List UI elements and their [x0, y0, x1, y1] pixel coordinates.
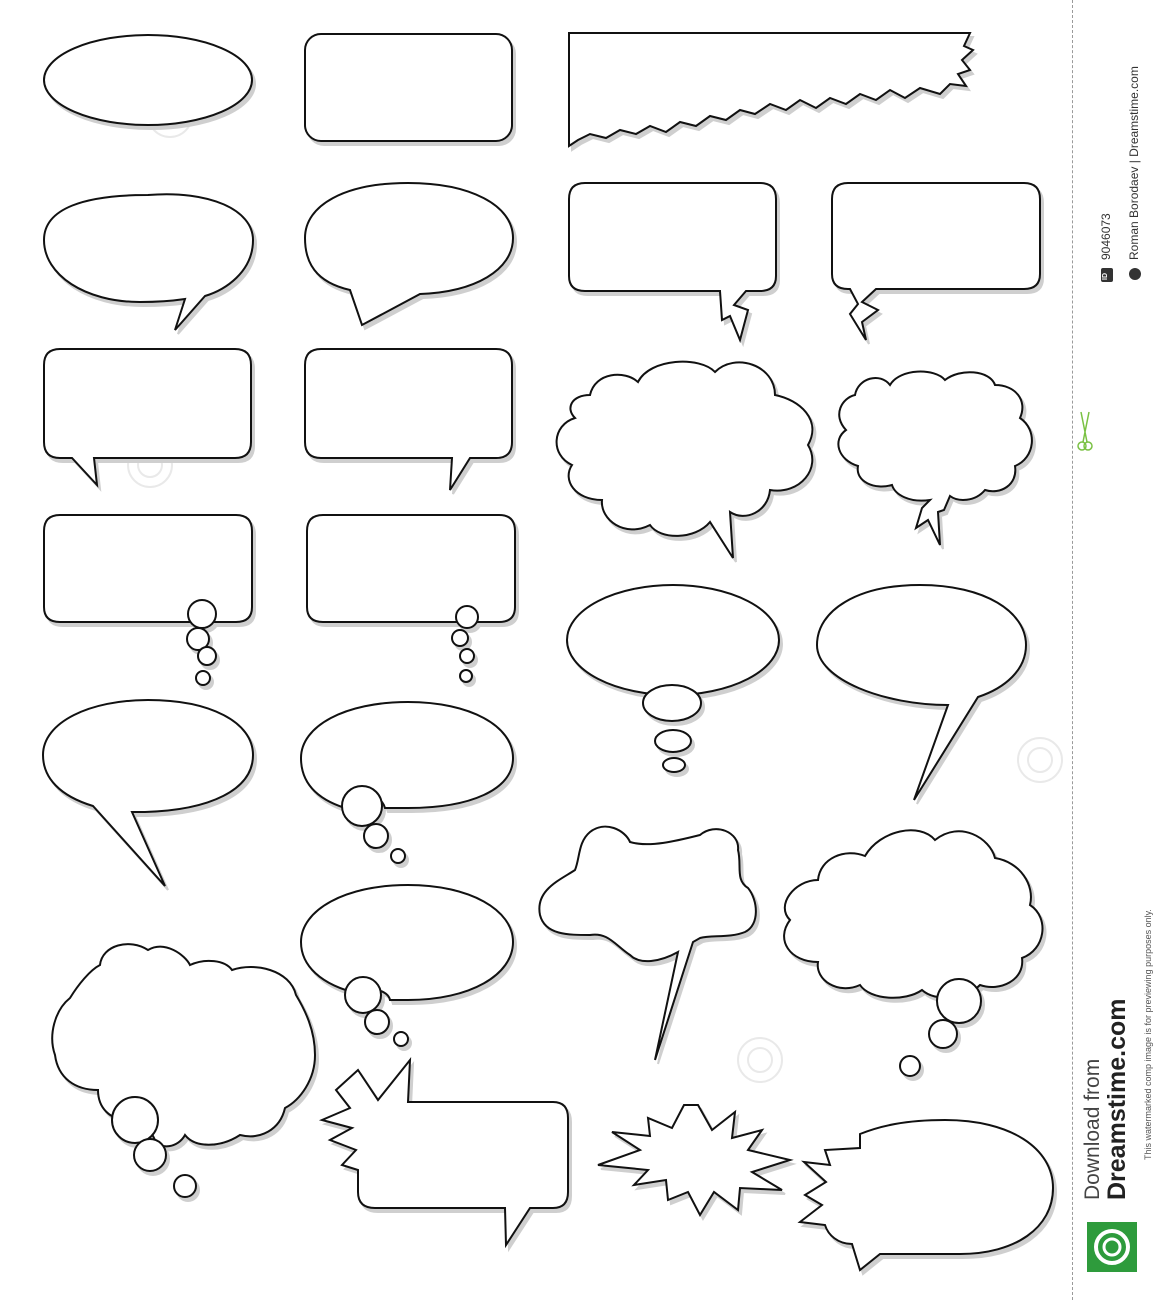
thought-bubble-dot — [662, 757, 686, 773]
id-badge-label: ID — [1102, 273, 1109, 280]
cloud-thought-bubble — [51, 943, 317, 1148]
image-id-number: 9046073 — [1099, 213, 1113, 260]
download-label: Download from — [1081, 1058, 1104, 1200]
oval-bubble-long-tail — [815, 583, 1028, 801]
copyright-icon — [1129, 268, 1141, 280]
thought-bubble-dot — [363, 823, 389, 849]
oval-bubble-long-tail — [41, 698, 255, 887]
id-badge: ID — [1101, 268, 1113, 282]
thought-bubble-dot — [133, 1138, 167, 1172]
thought-bubble-dot — [195, 670, 211, 686]
oval-bubble — [43, 34, 253, 126]
rect-thought-bubble — [43, 514, 253, 623]
thought-bubble-dot — [654, 729, 692, 753]
thought-bubble-dot — [459, 648, 475, 664]
oval-bubble-tail-center — [303, 181, 515, 327]
starburst-bubble — [597, 1104, 794, 1218]
thought-bubble-dot — [393, 1031, 409, 1047]
rect-thought-bubble — [306, 514, 516, 623]
rect-bubble-tail-right — [304, 348, 513, 491]
cloud-bubble-zigzag-tail — [837, 370, 1033, 546]
blob-bubble-tail — [538, 825, 757, 1061]
thought-bubble-dot — [344, 976, 382, 1014]
thought-bubble-dot — [936, 978, 982, 1024]
thought-bubble-dot — [187, 599, 217, 629]
oval-thought-bubble — [566, 584, 780, 696]
preview-notice: This watermarked comp image is for previ… — [1143, 909, 1153, 1160]
cloud-thought-bubble — [783, 829, 1044, 999]
thought-bubble-dot — [455, 605, 479, 629]
torn-paper-banner — [568, 32, 975, 148]
thought-bubble-dot — [197, 646, 217, 666]
thought-bubble-dot — [459, 669, 473, 683]
thought-bubble-dot — [390, 848, 406, 864]
author-credit: Roman Borodaev | Dreamstime.com — [1127, 66, 1141, 260]
thought-bubble-dot — [451, 629, 469, 647]
spiky-oval-bubble — [797, 1118, 1055, 1272]
thought-bubble-dot — [111, 1096, 159, 1144]
rect-bubble-tail-left — [43, 348, 252, 488]
thought-bubble-dot — [364, 1009, 390, 1035]
spiky-rect-bubble — [318, 1056, 569, 1249]
scissors-icon — [1077, 408, 1093, 452]
site-name: Dreamstime.com — [1103, 998, 1131, 1200]
cloud-bubble-tail — [555, 360, 814, 559]
rect-bubble-zigzag-tail — [568, 182, 777, 344]
oval-bubble-tail-right — [42, 193, 255, 331]
thought-bubble-dot — [899, 1055, 921, 1077]
thought-bubble-dot — [928, 1019, 958, 1049]
watermark-sidebar: ID 9046073 Roman Borodaev | Dreamstime.c… — [1073, 0, 1162, 1300]
rect-bubble-zigzag-tail — [831, 182, 1041, 341]
dreamstime-spiral-logo-icon — [1087, 1222, 1137, 1272]
thought-bubble-dot — [642, 684, 702, 722]
rounded-rect-bubble — [304, 33, 513, 142]
watermark-spiral-icon — [737, 1037, 783, 1083]
speech-bubble-collection — [41, 32, 1063, 1272]
oval-thought-bubble — [299, 883, 515, 1001]
watermark-spiral-icon — [1017, 737, 1063, 783]
oval-thought-bubble — [299, 700, 515, 810]
thought-bubble-dot — [173, 1174, 197, 1198]
thought-bubble-dot — [341, 785, 383, 827]
